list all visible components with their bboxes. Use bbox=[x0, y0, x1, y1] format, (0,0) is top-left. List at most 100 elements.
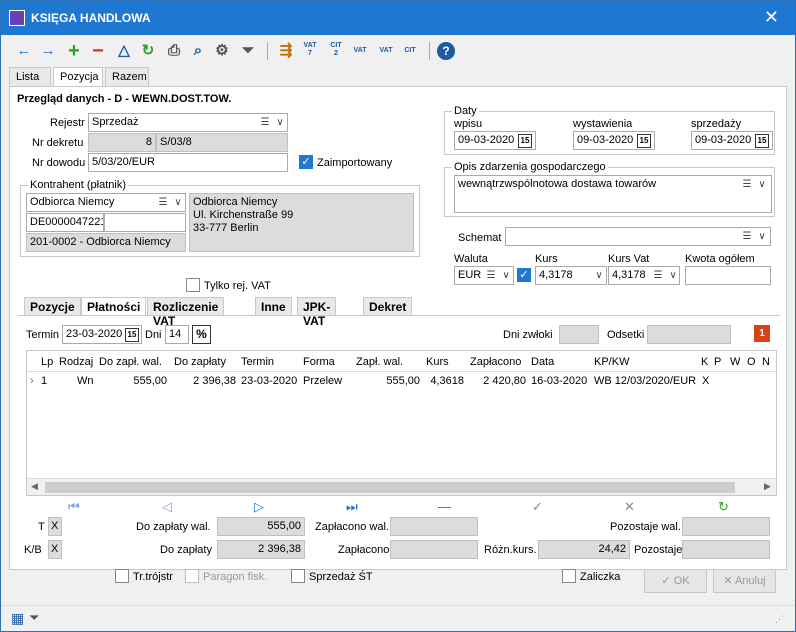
chevron-down-icon[interactable]: ∨ bbox=[755, 176, 769, 193]
anuluj-button[interactable]: ✕ Anuluj bbox=[713, 569, 776, 593]
col-n: N bbox=[762, 356, 770, 368]
resize-grip-icon: ⋰ bbox=[775, 614, 784, 624]
dni-input[interactable]: 14 bbox=[165, 325, 189, 344]
chevron-down-icon[interactable]: ∨ bbox=[171, 194, 185, 211]
cit-alert-icon[interactable]: CIT bbox=[401, 42, 419, 60]
chevron-down-icon[interactable]: ∨ bbox=[592, 267, 606, 284]
pozostaje-value bbox=[682, 540, 770, 559]
search-icon[interactable]: ⌕ bbox=[189, 42, 207, 60]
dni-zwloki-value bbox=[559, 325, 599, 344]
tr-trojstr-checkbox[interactable] bbox=[115, 569, 129, 583]
vat-7-icon[interactable]: VAT 7 bbox=[301, 42, 319, 60]
address-line-3: 33-777 Berlin bbox=[193, 222, 259, 234]
tab-platnosci[interactable]: Płatności bbox=[81, 297, 147, 315]
tab-pozycja[interactable]: Pozycja bbox=[53, 67, 103, 87]
chevron-down-icon[interactable]: ∨ bbox=[273, 114, 287, 131]
tab-razem[interactable]: Razem bbox=[105, 67, 149, 86]
do-zaplaty-value: 2 396,38 bbox=[217, 540, 305, 559]
calendar-icon[interactable]: 15 bbox=[637, 134, 651, 148]
calendar-icon[interactable]: 15 bbox=[125, 328, 139, 342]
chevron-down-icon[interactable]: ∨ bbox=[666, 267, 680, 284]
grid-view-icon[interactable]: ▦ bbox=[11, 610, 24, 627]
scroll-thumb[interactable] bbox=[45, 482, 735, 493]
first-record-icon[interactable]: ⏮ bbox=[68, 499, 80, 515]
refresh-icon[interactable]: ↻ bbox=[139, 42, 157, 60]
vat-calc-icon[interactable]: VAT bbox=[351, 42, 369, 60]
tylko-vat-checkbox[interactable] bbox=[186, 278, 200, 292]
horizontal-scrollbar[interactable]: ◀ ▶ bbox=[27, 478, 776, 495]
cancel-x-icon: ✕ bbox=[723, 575, 736, 587]
daty-group-label: Daty bbox=[452, 105, 479, 117]
cell-do-zaplaty: 2 396,38 bbox=[193, 375, 236, 387]
t-value: X bbox=[48, 517, 62, 536]
list-icon[interactable]: ☰ bbox=[740, 228, 754, 245]
schemat-label: Schemat bbox=[458, 232, 502, 244]
zaimportowany-checkbox[interactable]: ✓ bbox=[299, 155, 313, 169]
delete-row-icon[interactable]: — bbox=[438, 499, 451, 514]
calculator-icon[interactable]: % bbox=[192, 325, 211, 344]
forward-arrow-icon[interactable]: → bbox=[39, 42, 57, 60]
zaliczka-checkbox[interactable] bbox=[562, 569, 576, 583]
col-p: P bbox=[714, 356, 722, 368]
last-record-icon[interactable]: ⏭ bbox=[346, 499, 358, 515]
filter-status-icon[interactable]: ⏷ bbox=[29, 610, 39, 626]
page-title: Przegląd danych - D - WEWN.DOST.TOW. bbox=[17, 93, 232, 105]
list-icon[interactable]: ☰ bbox=[258, 114, 272, 131]
chevron-down-icon[interactable]: ∨ bbox=[755, 228, 769, 245]
calendar-icon[interactable]: 15 bbox=[755, 134, 769, 148]
tab-inne[interactable]: Inne bbox=[255, 297, 292, 315]
col-lp: Lp bbox=[41, 356, 54, 368]
export-icon[interactable]: ⇶ bbox=[277, 42, 295, 60]
help-icon[interactable]: ? bbox=[437, 42, 455, 60]
cell-kurs: 4,3618 bbox=[430, 375, 464, 387]
close-button[interactable]: ✕ bbox=[764, 7, 779, 28]
tr-trojstr-label: Tr.trójstr bbox=[133, 571, 173, 583]
prev-record-icon[interactable]: ◁ bbox=[162, 499, 172, 515]
ok-button[interactable]: ✓ OK bbox=[644, 569, 707, 593]
delete-icon[interactable]: − bbox=[89, 41, 107, 61]
back-arrow-icon[interactable]: ← bbox=[15, 42, 33, 60]
paragon-checkbox[interactable] bbox=[185, 569, 199, 583]
opis-input[interactable]: wewnątrzwspólnotowa dostawa towarów bbox=[454, 175, 772, 213]
gear-icon[interactable]: ⚙ bbox=[213, 42, 231, 60]
calendar-alert-icon[interactable]: 1 bbox=[754, 325, 770, 342]
scroll-right-icon[interactable]: ▶ bbox=[764, 481, 771, 492]
kurs-checkbox[interactable]: ✓ bbox=[517, 268, 531, 282]
kontrahent-nip[interactable]: DE0000047221 bbox=[26, 213, 104, 232]
calendar-icon[interactable]: 15 bbox=[518, 134, 532, 148]
print-icon[interactable]: ⎙ bbox=[165, 42, 183, 60]
list-icon[interactable]: ☰ bbox=[651, 267, 665, 284]
next-record-icon[interactable]: ▷ bbox=[254, 499, 264, 515]
filter-icon[interactable]: ⏷ bbox=[239, 42, 257, 60]
tab-pozycje[interactable]: Pozycje bbox=[24, 297, 81, 315]
refresh-row-icon[interactable]: ↻ bbox=[718, 499, 729, 515]
tab-dekret[interactable]: Dekret bbox=[363, 297, 413, 315]
zaimportowany-label: Zaimportowany bbox=[317, 157, 393, 169]
cancel-icon[interactable]: ✕ bbox=[624, 499, 635, 515]
tab-divider bbox=[18, 315, 780, 316]
chevron-down-icon[interactable]: ∨ bbox=[499, 267, 513, 284]
triangle-icon[interactable]: △ bbox=[115, 42, 133, 60]
kwota-input[interactable] bbox=[685, 266, 771, 285]
zaplacono-wal-value bbox=[390, 517, 478, 536]
tab-lista[interactable]: Lista bbox=[9, 67, 51, 86]
vat-alert-icon[interactable]: VAT bbox=[377, 42, 395, 60]
add-icon[interactable]: + bbox=[65, 41, 83, 61]
confirm-icon[interactable]: ✓ bbox=[532, 499, 543, 515]
list-icon[interactable]: ☰ bbox=[156, 194, 170, 211]
zaliczka-label: Zaliczka bbox=[580, 571, 621, 583]
table-row[interactable]: › 1 Wn 555,00 2 396,38 23-03-2020 Przele… bbox=[27, 372, 776, 390]
schemat-select[interactable] bbox=[505, 227, 771, 246]
list-icon[interactable]: ☰ bbox=[740, 176, 754, 193]
tab-rozliczenie-vat[interactable]: Rozliczenie VAT bbox=[147, 297, 225, 328]
scroll-left-icon[interactable]: ◀ bbox=[31, 481, 38, 492]
sprzedaz-st-checkbox[interactable] bbox=[291, 569, 305, 583]
nr-dowodu-input[interactable]: 5/03/20/EUR bbox=[88, 153, 288, 172]
list-icon[interactable]: ☰ bbox=[484, 267, 498, 284]
waluta-label: Waluta bbox=[454, 253, 488, 265]
cit-2-icon[interactable]: CIT 2 bbox=[327, 42, 345, 60]
kontrahent-extra[interactable] bbox=[104, 213, 186, 232]
cell-zapl-wal: 555,00 bbox=[386, 375, 420, 387]
tab-jpk-vat[interactable]: JPK-VAT bbox=[297, 297, 337, 328]
zaplacono-wal-label: Zapłacono wal. bbox=[315, 521, 389, 533]
